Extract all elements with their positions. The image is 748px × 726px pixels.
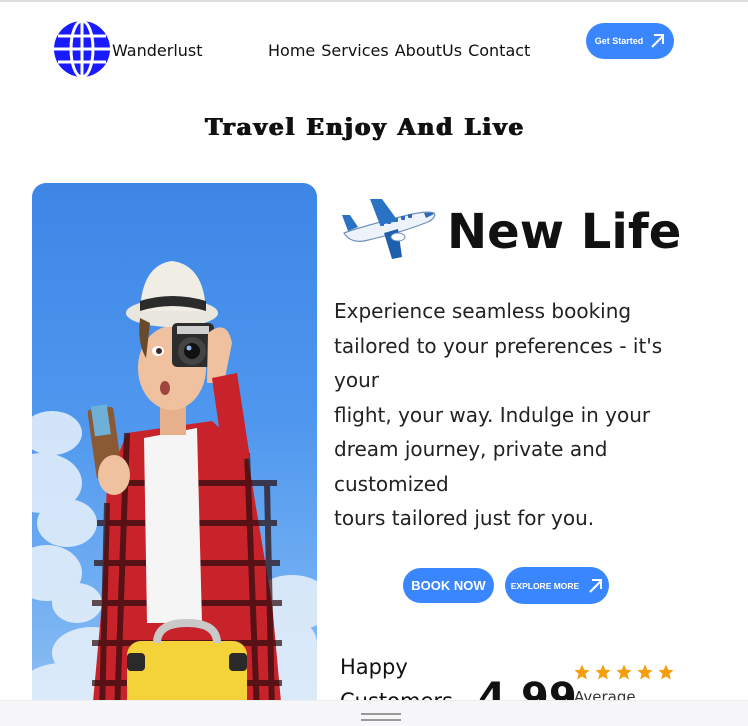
star-icon (595, 664, 611, 680)
star-icon (574, 664, 590, 680)
brand-name[interactable]: Wanderlust (112, 42, 203, 60)
bottom-drawer-bar[interactable] (0, 700, 748, 726)
hero-description: Experience seamless booking tailored to … (334, 294, 704, 536)
globe-icon[interactable] (53, 20, 111, 78)
hero-title: New Life (447, 204, 682, 260)
star-rating (573, 663, 675, 681)
happy-label-line1: Happy (340, 655, 408, 679)
nav-aboutus[interactable]: AboutUs (395, 42, 462, 60)
description-line: your (334, 368, 379, 392)
nav-services[interactable]: Services (321, 42, 388, 60)
book-now-button[interactable]: BOOK NOW (403, 568, 494, 603)
main-nav: Home Services AboutUs Contact (268, 42, 530, 60)
traveler-with-camera-photo (32, 261, 317, 713)
get-started-label: Get Started (594, 36, 644, 46)
description-line: flight, your way. Indulge in your (334, 402, 651, 427)
description-line: Experience seamless booking (334, 299, 632, 323)
description-line: customized (334, 471, 449, 496)
nav-home[interactable]: Home (268, 42, 315, 60)
get-started-button[interactable]: Get Started (586, 23, 674, 59)
star-icon (637, 664, 653, 680)
hero-photo (32, 183, 317, 713)
description-line: tours tailored just for you. (334, 506, 595, 530)
page-headline: Travel Enjoy And Live (204, 114, 526, 141)
star-icon (616, 664, 632, 680)
nav-contact[interactable]: Contact (468, 42, 530, 60)
explore-more-label: EXPLORE MORE (510, 580, 580, 591)
description-line: tailored to your preferences - it's (334, 333, 663, 358)
description-line: dream journey, private and (334, 437, 608, 461)
arrow-up-right-icon (589, 578, 603, 593)
airplane-icon (342, 199, 436, 259)
arrow-up-right-icon (651, 34, 665, 48)
drag-handle-icon[interactable] (361, 713, 401, 721)
page: Wanderlust Home Services AboutUs Contact… (0, 0, 748, 726)
star-icon (658, 664, 674, 680)
explore-more-button[interactable]: EXPLORE MORE (505, 567, 609, 604)
